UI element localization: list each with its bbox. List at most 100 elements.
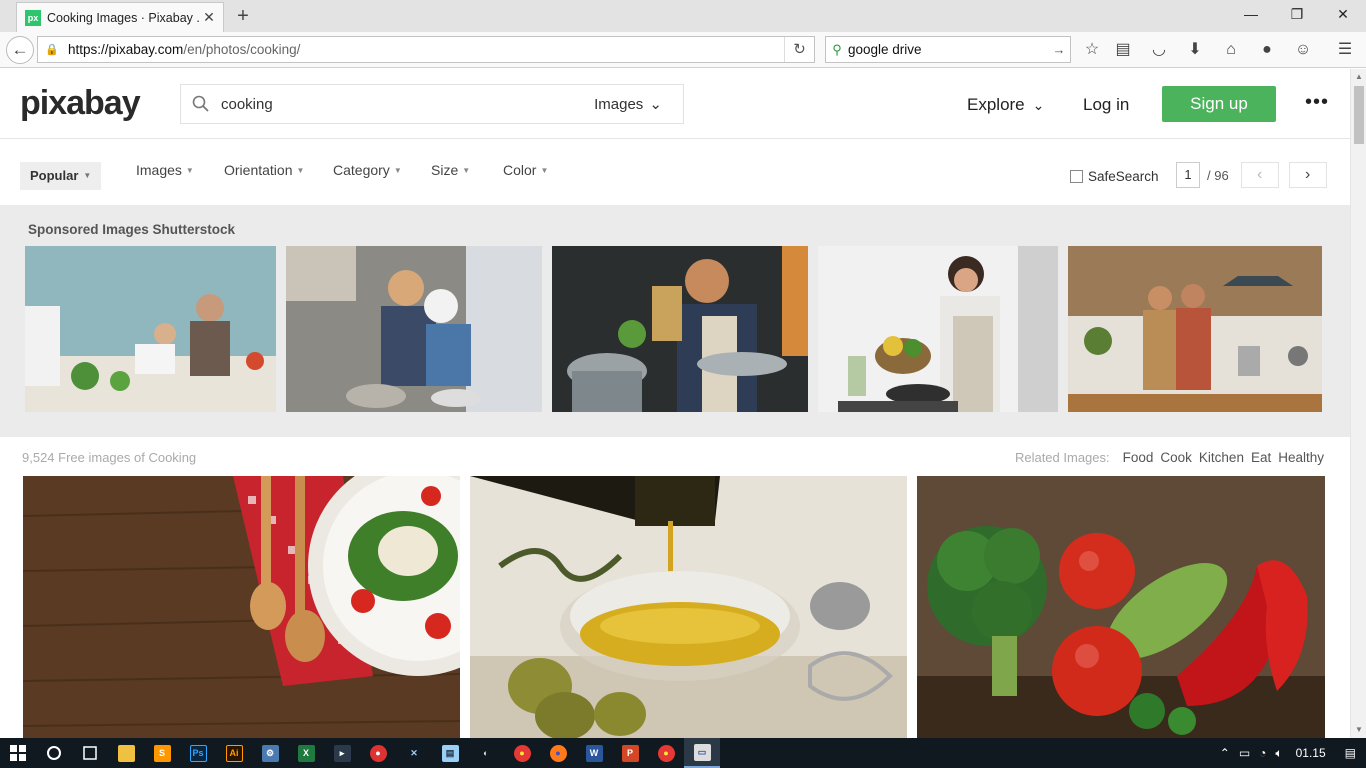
pocket-icon[interactable]: ◡ [1148, 40, 1170, 62]
pagination: 1 / 96 ‹ › [1176, 162, 1327, 188]
app-icon-4[interactable]: ✕ [396, 738, 432, 768]
filter-category-label: Category [333, 162, 390, 178]
results-count: 9,524 Free images of Cooking [22, 450, 197, 465]
related-tag-healthy[interactable]: Healthy [1278, 450, 1324, 465]
browser-tab[interactable]: px Cooking Images · Pixabay ... ✕ [16, 2, 224, 32]
close-tab-icon[interactable]: ✕ [201, 9, 217, 26]
search-type-select[interactable]: Images ⌄ [573, 95, 683, 114]
search-go-icon[interactable]: → [1048, 42, 1070, 57]
related-tag-food[interactable]: Food [1123, 450, 1154, 465]
related-tag-eat[interactable]: Eat [1251, 450, 1271, 465]
tab-title: Cooking Images · Pixabay ... [47, 10, 201, 25]
safesearch-checkbox[interactable] [1070, 170, 1083, 183]
word-icon[interactable]: W [576, 738, 612, 768]
signup-button[interactable]: Sign up [1162, 86, 1276, 122]
new-tab-button[interactable]: + [232, 4, 254, 28]
photo-olive-oil[interactable] [470, 476, 907, 738]
clock[interactable]: 01.15 [1296, 746, 1326, 760]
notifications-icon[interactable]: ▤ [1345, 746, 1356, 760]
firefox-icon[interactable]: ● [540, 738, 576, 768]
photo-salad-spoons[interactable] [23, 476, 460, 738]
browser-window: px Cooking Images · Pixabay ... ✕ + — ❐ … [0, 0, 1366, 768]
sponsored-image-woman-kitchen[interactable] [818, 246, 1058, 412]
chrome-icon-2[interactable]: ● [648, 738, 684, 768]
wifi-icon[interactable]: ◔ [1259, 746, 1266, 760]
sponsored-image-woman-cooking[interactable] [552, 246, 808, 412]
task-view-icon[interactable] [72, 738, 108, 768]
more-options-icon[interactable]: ••• [1305, 91, 1329, 114]
windows-taskbar: S Ps Ai ⚙ X ▸ ● ✕ ▤ ◐ ● ● W P ● ▭ ⌃ ▭ ◔ … [0, 738, 1366, 768]
safesearch-toggle[interactable]: SafeSearch [1070, 169, 1159, 184]
close-window-button[interactable]: ✕ [1320, 0, 1366, 30]
file-explorer-icon[interactable] [108, 738, 144, 768]
sponsored-image-family-cooking[interactable] [25, 246, 276, 412]
filter-category[interactable]: Category ▼ [333, 162, 402, 178]
sponsored-image-mother-daughter[interactable] [286, 246, 542, 412]
tray-chevron-up-icon[interactable]: ⌃ [1220, 746, 1230, 760]
cortana-icon[interactable] [36, 738, 72, 768]
filter-size[interactable]: Size ▼ [431, 162, 470, 178]
bookmark-star-icon[interactable]: ☆ [1081, 40, 1103, 62]
prev-page-button[interactable]: ‹ [1240, 162, 1279, 188]
photoshop-icon[interactable]: Ps [180, 738, 216, 768]
caret-down-icon: ▼ [540, 165, 549, 175]
active-window-icon[interactable]: ▭ [684, 738, 720, 768]
filter-images[interactable]: Images ▼ [136, 162, 194, 178]
app-icon[interactable]: ⚙ [252, 738, 288, 768]
illustrator-icon[interactable]: Ai [216, 738, 252, 768]
next-page-button[interactable]: › [1288, 162, 1327, 188]
scroll-down-icon[interactable]: ▼ [1351, 722, 1366, 738]
filter-color[interactable]: Color ▼ [503, 162, 548, 178]
sponsored-image-two-women-kitchen[interactable] [1068, 246, 1322, 412]
excel-icon[interactable]: X [288, 738, 324, 768]
scrollbar-thumb[interactable] [1354, 86, 1364, 144]
reading-list-icon[interactable]: ▤ [1112, 40, 1134, 62]
powerpoint-icon[interactable]: P [612, 738, 648, 768]
sublime-icon[interactable]: S [144, 738, 180, 768]
download-icon[interactable]: ⬇ [1184, 40, 1206, 62]
filter-popular-label: Popular [30, 168, 79, 183]
page-number-input[interactable]: 1 [1176, 162, 1200, 188]
browser-search-bar[interactable]: ⚲ google drive → [825, 36, 1071, 63]
chevron-down-icon: ⌄ [649, 96, 662, 113]
filter-size-label: Size [431, 162, 459, 178]
chrome-icon[interactable]: ● [504, 738, 540, 768]
back-button[interactable]: ← [6, 36, 34, 64]
app-icon-2[interactable]: ▸ [324, 738, 360, 768]
related-tag-kitchen[interactable]: Kitchen [1199, 450, 1244, 465]
search-input[interactable]: cooking [221, 96, 573, 113]
extension-icon[interactable]: ☺ [1292, 40, 1314, 62]
chat-icon[interactable]: ● [1256, 40, 1278, 62]
pixabay-logo[interactable]: pixabay [20, 84, 141, 123]
notepad-icon[interactable]: ▤ [432, 738, 468, 768]
explore-label: Explore [967, 95, 1025, 114]
safesearch-label: SafeSearch [1088, 169, 1159, 184]
filter-orientation[interactable]: Orientation ▼ [224, 162, 304, 178]
restore-button[interactable]: ❐ [1274, 0, 1320, 30]
caret-down-icon: ▼ [462, 165, 471, 175]
address-bar[interactable]: 🔒 https://pixabay.com/en/photos/cooking/… [37, 36, 815, 63]
explore-menu[interactable]: Explore ⌄ [967, 95, 1044, 115]
app-icon-5[interactable]: ◐ [468, 738, 504, 768]
filter-orientation-label: Orientation [224, 162, 293, 178]
filter-popular[interactable]: Popular ▼ [20, 162, 102, 190]
volume-icon[interactable]: 🔈︎ [1275, 746, 1282, 761]
home-icon[interactable]: ⌂ [1220, 40, 1242, 62]
lock-icon: 🔒 [45, 44, 59, 56]
filter-color-label: Color [503, 162, 537, 178]
minimize-button[interactable]: — [1228, 0, 1274, 30]
battery-icon[interactable]: ▭ [1239, 746, 1250, 760]
navigation-bar: ← 🔒 https://pixabay.com/en/photos/cookin… [0, 32, 1366, 68]
photo-vegetables[interactable] [917, 476, 1325, 738]
reload-icon[interactable]: ↻ [784, 37, 814, 62]
app-icon-3[interactable]: ● [360, 738, 396, 768]
page-scrollbar[interactable]: ▲ ▼ [1350, 69, 1366, 738]
start-icon[interactable] [0, 738, 36, 768]
scroll-up-icon[interactable]: ▲ [1351, 69, 1366, 85]
site-search-box[interactable]: cooking Images ⌄ [180, 84, 684, 124]
login-link[interactable]: Log in [1083, 95, 1129, 115]
related-label: Related Images: [1014, 450, 1110, 465]
related-tag-cook[interactable]: Cook [1160, 450, 1192, 465]
system-tray: ⌃ ▭ ◔ 🔈︎ 01.15 ▤ [1220, 738, 1366, 768]
menu-hamburger-icon[interactable]: ☰ [1334, 40, 1356, 62]
